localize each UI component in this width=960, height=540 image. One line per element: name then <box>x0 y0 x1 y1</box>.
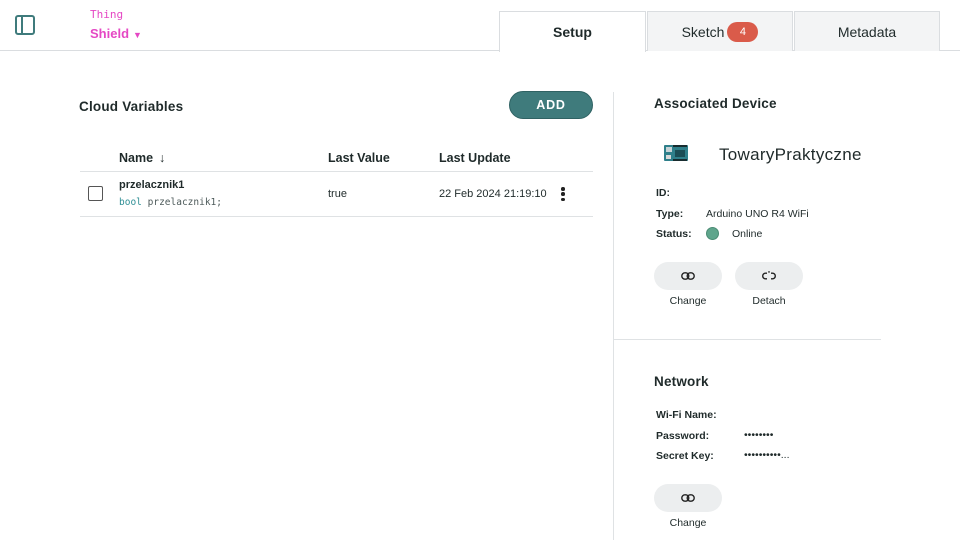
more-options-icon[interactable] <box>557 186 569 202</box>
change-network-label: Change <box>669 517 707 529</box>
sketch-badge: 4 <box>727 21 759 42</box>
section-divider <box>614 339 881 340</box>
link-icon <box>681 272 695 280</box>
link-icon <box>681 494 695 502</box>
cloud-variables-title: Cloud Variables <box>79 99 184 114</box>
table-row-divider <box>80 216 593 217</box>
change-device-label: Change <box>669 295 707 307</box>
variable-name[interactable]: przelacznik1 <box>119 179 184 191</box>
panel-divider <box>613 92 614 540</box>
device-name: TowaryPraktyczne <box>719 145 862 164</box>
thing-label: Thing <box>90 8 124 21</box>
unlink-icon <box>762 271 776 280</box>
tab-metadata-label: Metadata <box>837 23 897 40</box>
column-header-name[interactable]: Name ↓ <box>119 151 165 165</box>
variable-last-value: true <box>328 188 347 200</box>
variable-type: bool <box>119 197 142 208</box>
network-title: Network <box>654 374 709 389</box>
top-bar: Thing Shield ▼ Setup Sketch 4 Metadata <box>0 0 960 52</box>
wifi-name-label: Wi-Fi Name: <box>656 409 717 421</box>
caret-down-icon: ▼ <box>133 29 142 40</box>
password-label: Password: <box>656 430 710 442</box>
table-header-divider <box>80 171 593 172</box>
detach-device-button[interactable] <box>735 262 803 290</box>
variable-declaration: bool przelacznik1; <box>119 197 222 208</box>
device-type-value: Arduino UNO R4 WiFi <box>706 208 809 220</box>
thing-name-dropdown[interactable]: Shield ▼ <box>90 26 142 41</box>
tab-sketch-label: Sketch <box>681 23 725 40</box>
column-header-last-update: Last Update <box>439 151 511 165</box>
secret-key-value: ••••••••••... <box>744 449 790 461</box>
device-id-label: ID: <box>656 187 670 199</box>
variable-last-update: 22 Feb 2024 21:19:10 <box>439 188 547 200</box>
column-name-label: Name <box>119 151 154 165</box>
tab-setup-label: Setup <box>553 24 592 40</box>
variable-declaration-name: przelacznik1; <box>147 197 222 208</box>
detach-device-label: Detach <box>752 295 786 307</box>
secret-key-label: Secret Key: <box>656 450 714 462</box>
tab-setup[interactable]: Setup <box>499 11 646 52</box>
column-header-last-value: Last Value <box>328 151 390 165</box>
tab-sketch[interactable]: Sketch 4 <box>647 11 793 51</box>
device-type-label: Type: <box>656 208 684 220</box>
sort-arrow-down-icon[interactable]: ↓ <box>159 151 165 165</box>
row-checkbox[interactable] <box>88 186 103 201</box>
device-status-value: Online <box>732 228 763 240</box>
associated-device-title: Associated Device <box>654 96 777 111</box>
thing-name: Shield <box>90 26 130 41</box>
board-icon <box>664 145 688 161</box>
sidebar-toggle-icon[interactable] <box>14 14 36 36</box>
password-value: •••••••• <box>744 429 774 441</box>
add-variable-button[interactable]: ADD <box>509 91 593 119</box>
status-online-indicator <box>706 227 719 240</box>
tab-metadata[interactable]: Metadata <box>794 11 940 51</box>
change-network-button[interactable] <box>654 484 722 512</box>
change-device-button[interactable] <box>654 262 722 290</box>
device-status-label: Status: <box>656 228 692 240</box>
